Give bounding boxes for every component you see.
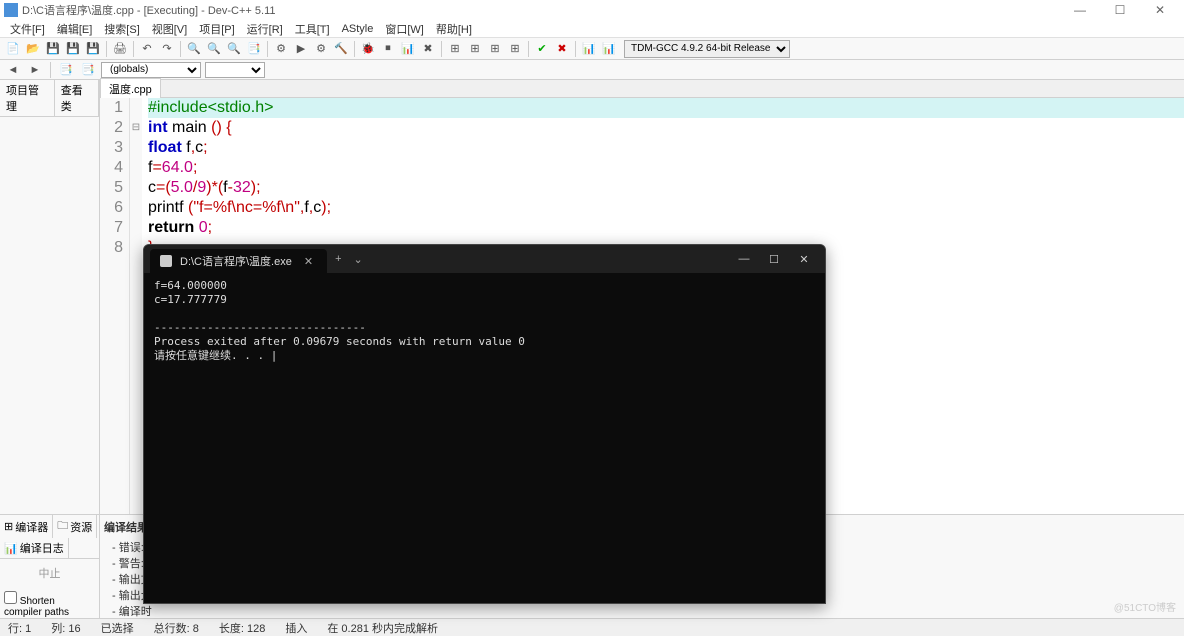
console-tab-title: D:\C语言程序\温度.exe bbox=[180, 253, 292, 269]
goto-bookmark-icon[interactable]: 📑 bbox=[79, 61, 97, 79]
menu-bar: 文件[F]编辑[E]搜索[S]视图[V]项目[P]运行[R]工具[T]AStyl… bbox=[0, 20, 1184, 38]
tab-icon: 📊 bbox=[4, 542, 18, 555]
delete-profile-icon[interactable]: ✖ bbox=[419, 40, 437, 58]
profile-icon[interactable]: 📊 bbox=[399, 40, 417, 58]
save-icon[interactable]: 💾 bbox=[44, 40, 62, 58]
undo-icon[interactable]: ↶ bbox=[138, 40, 156, 58]
close-button[interactable]: ✕ bbox=[1140, 3, 1180, 17]
shorten-paths-checkbox[interactable]: Shorten compiler paths bbox=[0, 587, 99, 622]
compile-run-icon[interactable]: ⚙ bbox=[312, 40, 330, 58]
menu-item[interactable]: 文件[F] bbox=[4, 21, 51, 37]
tab-icon: ⊞ bbox=[4, 520, 13, 533]
stop-icon[interactable]: ⏹ bbox=[379, 40, 397, 58]
menu-item[interactable]: AStyle bbox=[336, 23, 380, 35]
forward-icon[interactable]: ► bbox=[26, 61, 44, 79]
console-tab[interactable]: D:\C语言程序\温度.exe ✕ bbox=[150, 249, 327, 273]
compile-icon[interactable]: ⚙ bbox=[272, 40, 290, 58]
minimize-button[interactable]: — bbox=[1060, 3, 1100, 17]
new-file-icon[interactable]: 📄 bbox=[4, 40, 22, 58]
compiler-selector[interactable]: TDM-GCC 4.9.2 64-bit Release bbox=[624, 40, 790, 58]
maximize-button[interactable]: ☐ bbox=[1100, 3, 1140, 17]
rebuild-icon[interactable]: 🔨 bbox=[332, 40, 350, 58]
check-icon[interactable]: ✔ bbox=[533, 40, 551, 58]
functions-selector[interactable] bbox=[205, 62, 265, 78]
class-browser-icon[interactable]: ⊞ bbox=[486, 40, 504, 58]
watermark: @51CTO博客 bbox=[1114, 599, 1176, 614]
project-options-icon[interactable]: ⊞ bbox=[466, 40, 484, 58]
new-project-icon[interactable]: ⊞ bbox=[446, 40, 464, 58]
save-as-icon[interactable]: 💾 bbox=[84, 40, 102, 58]
console-new-tab-icon[interactable]: + bbox=[327, 253, 349, 265]
sidebar-tab[interactable]: 查看类 bbox=[55, 80, 99, 116]
compile-result-line: - 编译时 bbox=[104, 603, 1180, 619]
console-maximize-button[interactable]: ☐ bbox=[759, 253, 789, 266]
save-all-icon[interactable]: 💾 bbox=[64, 40, 82, 58]
toggle-bookmark-icon[interactable]: 📑 bbox=[57, 61, 75, 79]
cross-icon[interactable]: ✖ bbox=[553, 40, 571, 58]
console-titlebar[interactable]: D:\C语言程序\温度.exe ✕ + ⌄ — ☐ ✕ bbox=[144, 245, 825, 273]
print-icon[interactable]: 🖨 bbox=[111, 40, 129, 58]
stop-button[interactable]: 中止 bbox=[0, 559, 99, 587]
sidebar-tab[interactable]: 项目管理 bbox=[0, 80, 55, 116]
app-icon bbox=[4, 3, 18, 17]
console-tab-close-icon[interactable]: ✕ bbox=[300, 255, 317, 268]
file-tab[interactable]: 温度.cpp bbox=[100, 78, 161, 99]
sidebar: 项目管理查看类 bbox=[0, 80, 100, 514]
redo-icon[interactable]: ↷ bbox=[158, 40, 176, 58]
console-output[interactable]: f=64.000000 c=17.777779 ----------------… bbox=[144, 273, 825, 369]
bottom-tab[interactable]: 🗀 资源 bbox=[53, 515, 97, 538]
menu-item[interactable]: 编辑[E] bbox=[51, 21, 98, 37]
status-bar: 行: 1 列: 16 已选择 总行数: 8 长度: 128 插入 在 0.281… bbox=[0, 618, 1184, 636]
menu-item[interactable]: 视图[V] bbox=[146, 21, 193, 37]
title-bar: D:\C语言程序\温度.cpp - [Executing] - Dev-C++ … bbox=[0, 0, 1184, 20]
menu-item[interactable]: 窗口[W] bbox=[379, 21, 430, 37]
menu-item[interactable]: 运行[R] bbox=[241, 21, 289, 37]
open-icon[interactable]: 📂 bbox=[24, 40, 42, 58]
menu-item[interactable]: 项目[P] bbox=[193, 21, 240, 37]
console-window: D:\C语言程序\温度.exe ✕ + ⌄ — ☐ ✕ f=64.000000 … bbox=[143, 244, 826, 604]
debug-icon[interactable]: 🐞 bbox=[359, 40, 377, 58]
console-tab-dropdown-icon[interactable]: ⌄ bbox=[350, 253, 367, 266]
globals-selector[interactable]: (globals) bbox=[101, 62, 201, 78]
back-icon[interactable]: ◄ bbox=[4, 61, 22, 79]
bottom-tab[interactable]: ⊞ 编译器 bbox=[0, 515, 53, 538]
menu-item[interactable]: 工具[T] bbox=[289, 21, 336, 37]
menu-item[interactable]: 帮助[H] bbox=[430, 21, 478, 37]
chart-icon[interactable]: 📊 bbox=[580, 40, 598, 58]
bottom-tab[interactable]: 📊 编译日志 bbox=[0, 538, 69, 558]
project-icon[interactable]: ⊞ bbox=[506, 40, 524, 58]
console-close-button[interactable]: ✕ bbox=[789, 253, 819, 266]
menu-item[interactable]: 搜索[S] bbox=[98, 21, 145, 37]
find-in-files-icon[interactable]: 🔍 bbox=[225, 40, 243, 58]
run-icon[interactable]: ▶ bbox=[292, 40, 310, 58]
replace-icon[interactable]: 🔍 bbox=[205, 40, 223, 58]
tab-icon: 🗀 bbox=[57, 517, 68, 536]
find-icon[interactable]: 🔍 bbox=[185, 40, 203, 58]
goto-icon[interactable]: 📑 bbox=[245, 40, 263, 58]
chart2-icon[interactable]: 📊 bbox=[600, 40, 618, 58]
file-tabs: 温度.cpp bbox=[100, 80, 1184, 98]
terminal-icon bbox=[160, 255, 172, 267]
toolbar-secondary: ◄ ► 📑 📑 (globals) bbox=[0, 60, 1184, 80]
window-title: D:\C语言程序\温度.cpp - [Executing] - Dev-C++ … bbox=[22, 2, 275, 18]
toolbar: 📄 📂 💾 💾 💾 🖨 ↶ ↷ 🔍 🔍 🔍 📑 ⚙ ▶ ⚙ 🔨 🐞 ⏹ 📊 ✖ … bbox=[0, 38, 1184, 60]
console-minimize-button[interactable]: — bbox=[729, 253, 759, 265]
